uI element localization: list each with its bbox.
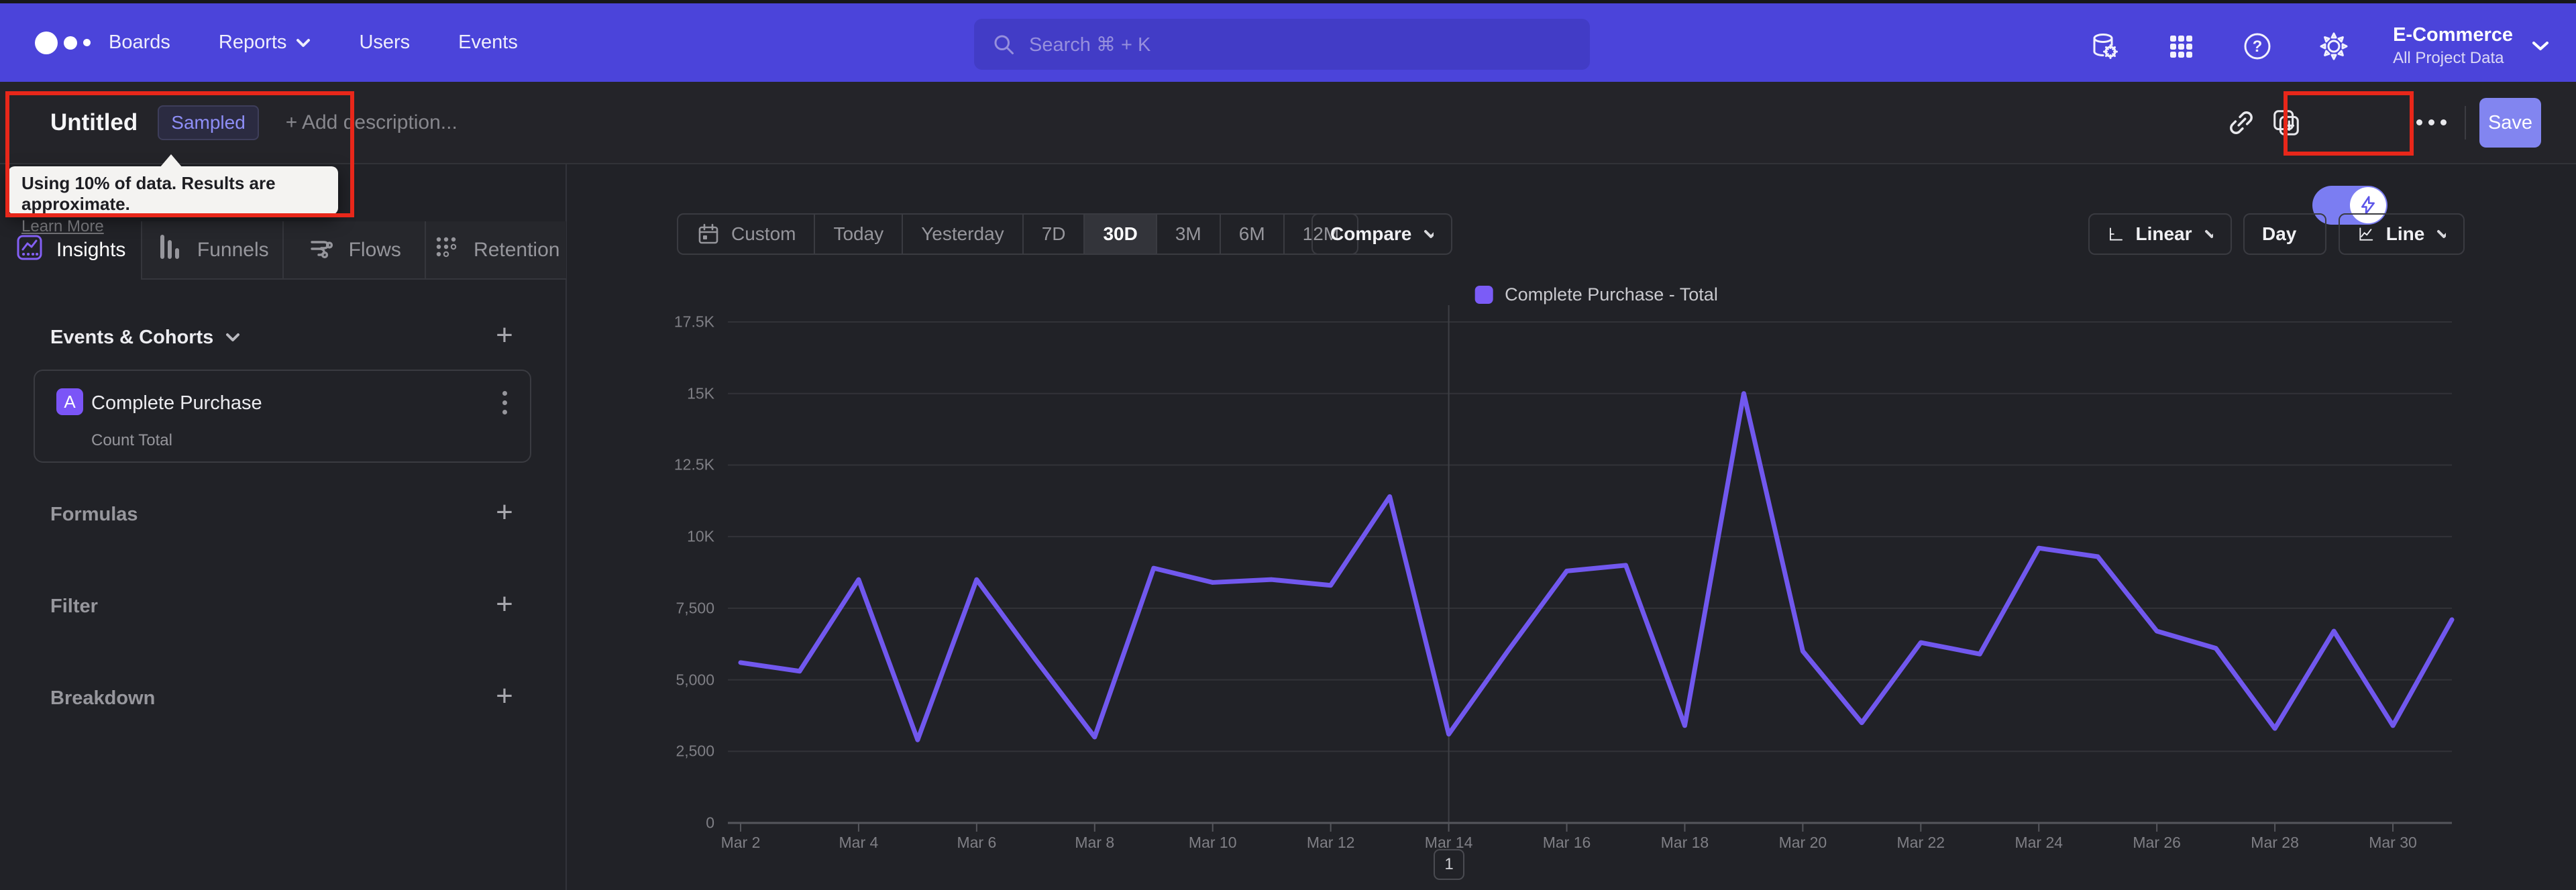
ytick-12.5K: 12.5K <box>674 455 714 474</box>
xtick-Mar-28: Mar 28 <box>2251 834 2299 851</box>
ytick-15K: 15K <box>687 384 714 402</box>
pagination-page-1[interactable]: 1 <box>1434 849 1464 880</box>
series-line[interactable] <box>738 391 2455 742</box>
tooltip-text: Using 10% of data. Results are approxima… <box>21 173 276 214</box>
ytick-17.5K: 17.5K <box>674 313 714 331</box>
xtick-Mar-26: Mar 26 <box>2133 834 2181 851</box>
xtick-Mar-2: Mar 2 <box>720 834 761 851</box>
xtick-Mar-4: Mar 4 <box>839 834 879 851</box>
xtick-Mar-10: Mar 10 <box>1188 834 1237 851</box>
ytick-0: 0 <box>706 814 714 832</box>
sampling-tooltip: Using 10% of data. Results are approxima… <box>8 166 338 235</box>
xtick-Mar-16: Mar 16 <box>1542 834 1591 851</box>
xtick-Mar-6: Mar 6 <box>957 834 997 851</box>
line-chart[interactable] <box>0 0 2576 890</box>
ytick-2,500: 2,500 <box>676 742 714 760</box>
xtick-Mar-30: Mar 30 <box>2369 834 2417 851</box>
ytick-10K: 10K <box>687 527 714 545</box>
tooltip-arrow <box>160 154 182 168</box>
xtick-Mar-12: Mar 12 <box>1306 834 1355 851</box>
xtick-Mar-20: Mar 20 <box>1778 834 1827 851</box>
xtick-Mar-18: Mar 18 <box>1660 834 1709 851</box>
learn-more-link[interactable]: Learn More <box>21 217 104 236</box>
xtick-Mar-8: Mar 8 <box>1075 834 1115 851</box>
xtick-Mar-24: Mar 24 <box>2015 834 2063 851</box>
ytick-5,000: 5,000 <box>676 671 714 689</box>
xtick-Mar-22: Mar 22 <box>1896 834 1945 851</box>
ytick-7,500: 7,500 <box>676 599 714 617</box>
